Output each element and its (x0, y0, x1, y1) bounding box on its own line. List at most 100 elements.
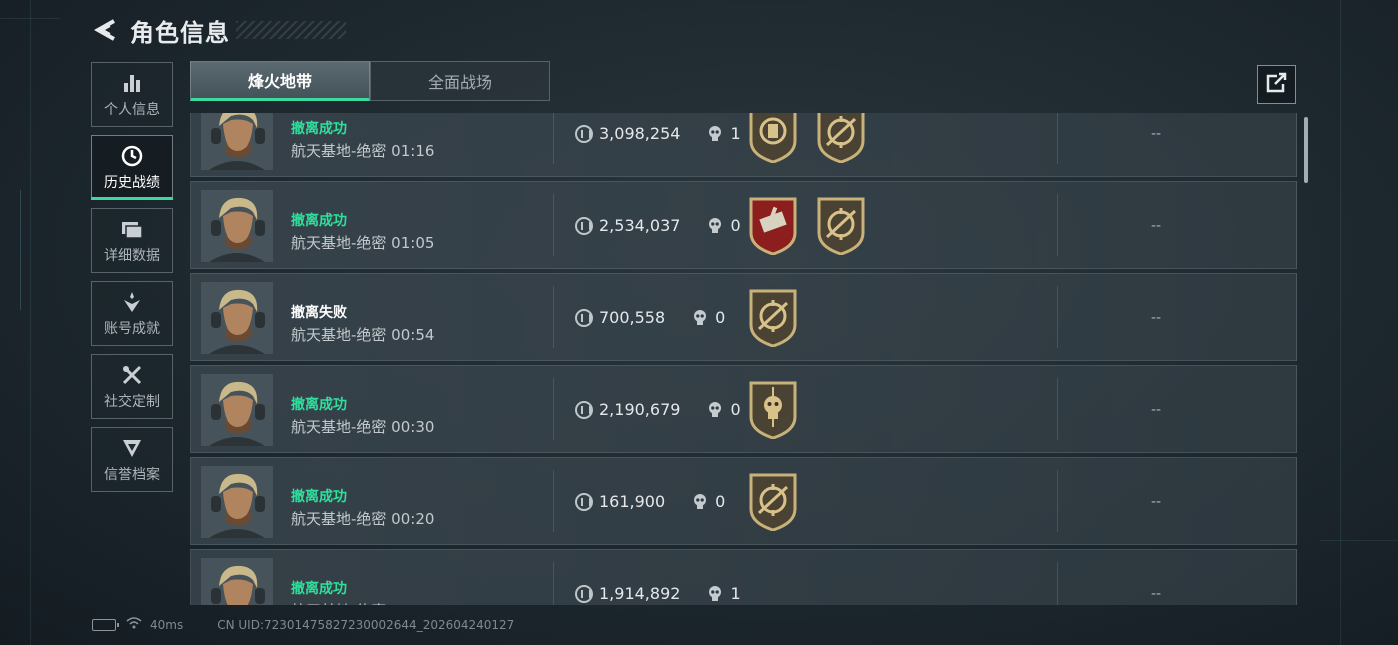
skull-icon (708, 217, 722, 234)
ping-text: 40ms (150, 617, 184, 632)
operator-avatar (201, 466, 273, 538)
record-row[interactable]: 撤离成功航天基地-绝密 00:30 2,190,679 0 -- (190, 365, 1297, 453)
record-row[interactable]: 撤离成功 航天基地-绝密 01:05 2,534,037 0 -- (190, 181, 1297, 269)
tab-warzone[interactable]: 烽火地带 (190, 61, 370, 101)
record-row[interactable]: 撤离成功航天基地-绝密 00:07 1,914,892 1 -- (190, 549, 1297, 605)
record-row[interactable]: 撤离成功 航天基地-绝密 01:16 3,098,254 1 -- (190, 113, 1297, 177)
badge-list (747, 289, 799, 348)
column-divider (553, 562, 554, 605)
sidebar-item-reputation[interactable]: 信誉档案 (91, 427, 173, 492)
map-and-time: 航天基地-绝密 00:30 (291, 418, 435, 436)
sidebar-item-label: 信誉档案 (104, 466, 160, 483)
gold-crosshair-icon[interactable] (747, 289, 799, 348)
value-group: 2,190,679 0 (575, 400, 741, 419)
folder-icon (121, 217, 143, 241)
extraction-status: 撤离成功 (291, 397, 347, 413)
kills-group: 1 (708, 124, 741, 143)
kills-group: 0 (693, 492, 725, 511)
reputation-icon (121, 436, 143, 460)
operator-avatar (201, 190, 273, 262)
value-text: 700,558 (599, 308, 666, 327)
column-divider (1057, 286, 1058, 348)
title-decoration (236, 21, 346, 39)
sidebar-item-label: 历史战绩 (104, 174, 160, 191)
kills-text: 0 (715, 308, 726, 327)
wifi-icon (126, 617, 142, 632)
tab-battlefield[interactable]: 全面战场 (370, 61, 550, 101)
bar-chart-icon (122, 71, 142, 95)
skull-icon (708, 125, 722, 142)
column-divider (1057, 194, 1058, 256)
gold-crosshair-icon[interactable] (815, 113, 867, 164)
coin-icon (575, 492, 593, 511)
gold-emblem-icon[interactable] (747, 113, 799, 164)
sidebar-item-label: 账号成就 (104, 320, 160, 337)
sidebar-item-label: 社交定制 (104, 393, 160, 410)
extra-value: -- (1151, 310, 1162, 326)
sidebar-item-details[interactable]: 详细数据 (91, 208, 173, 273)
value-text: 2,534,037 (599, 216, 681, 235)
sidebar-item-history[interactable]: 历史战绩 (91, 135, 173, 200)
extra-value: -- (1151, 402, 1162, 418)
status-footer: 40ms CN UID:72301475827230002644_2026042… (92, 617, 514, 632)
kills-group: 0 (708, 216, 741, 235)
skull-icon (708, 401, 722, 418)
achievement-icon (121, 290, 143, 314)
kills-text: 0 (730, 216, 741, 235)
extraction-status: 撤离成功 (291, 213, 347, 229)
column-divider (1057, 113, 1058, 164)
skull-icon (708, 585, 722, 602)
operator-avatar (201, 113, 273, 170)
gold-crosshair-icon[interactable] (747, 473, 799, 532)
column-divider (553, 378, 554, 440)
back-arrow-icon[interactable] (92, 16, 120, 44)
map-and-time: 航天基地-绝密 01:16 (291, 142, 435, 160)
sidebar-item-label: 个人信息 (104, 101, 160, 118)
kills-text: 0 (730, 400, 741, 419)
kills-text: 1 (730, 584, 741, 603)
map-and-time: 航天基地-绝密 00:20 (291, 510, 435, 528)
extraction-status: 撤离成功 (291, 489, 347, 505)
value-text: 1,914,892 (599, 584, 681, 603)
column-divider (1057, 470, 1058, 532)
extra-value: -- (1151, 586, 1162, 602)
history-list: 撤离成功 航天基地-绝密 01:16 3,098,254 1 -- 撤离成功 航天基地-绝密… (190, 113, 1298, 605)
operator-avatar (201, 374, 273, 446)
sidebar-item-social[interactable]: 社交定制 (91, 354, 173, 419)
badge-list (747, 473, 799, 532)
column-divider (1057, 378, 1058, 440)
red-tank-icon[interactable] (747, 197, 799, 256)
value-text: 2,190,679 (599, 400, 681, 419)
column-divider (553, 113, 554, 164)
coin-icon (575, 124, 593, 143)
battery-icon (92, 618, 119, 631)
gold-crosshair-icon[interactable] (815, 197, 867, 256)
kills-text: 0 (715, 492, 726, 511)
sidebar-item-achievements[interactable]: 账号成就 (91, 281, 173, 346)
value-text: 3,098,254 (599, 124, 681, 143)
kills-group: 1 (708, 584, 741, 603)
value-group: 1,914,892 1 (575, 584, 741, 603)
gold-skull-icon[interactable] (747, 381, 799, 440)
mode-tabs: 烽火地带 全面战场 (190, 61, 550, 101)
extraction-status: 撤离成功 (291, 121, 347, 137)
sidebar-item-profile[interactable]: 个人信息 (91, 62, 173, 127)
kills-text: 1 (730, 124, 741, 143)
column-divider (553, 286, 554, 348)
extra-value: -- (1151, 494, 1162, 510)
extraction-status: 撤离成功 (291, 581, 347, 597)
record-row[interactable]: 撤离成功航天基地-绝密 00:20 161,900 0 -- (190, 457, 1297, 545)
record-row[interactable]: 撤离失败 航天基地-绝密 00:54 700,558 0 -- (190, 273, 1297, 361)
share-button[interactable] (1257, 65, 1296, 104)
column-divider (553, 194, 554, 256)
map-and-time: 航天基地-绝密 01:05 (291, 234, 435, 252)
tools-icon (121, 363, 143, 387)
list-scrollbar[interactable] (1304, 117, 1308, 183)
share-icon (1265, 72, 1289, 98)
page-title: 角色信息 (130, 18, 230, 47)
skull-icon (693, 493, 707, 510)
value-group: 2,534,037 0 (575, 216, 741, 235)
badge-list (747, 197, 867, 256)
value-group: 161,900 0 (575, 492, 725, 511)
value-text: 161,900 (599, 492, 666, 511)
